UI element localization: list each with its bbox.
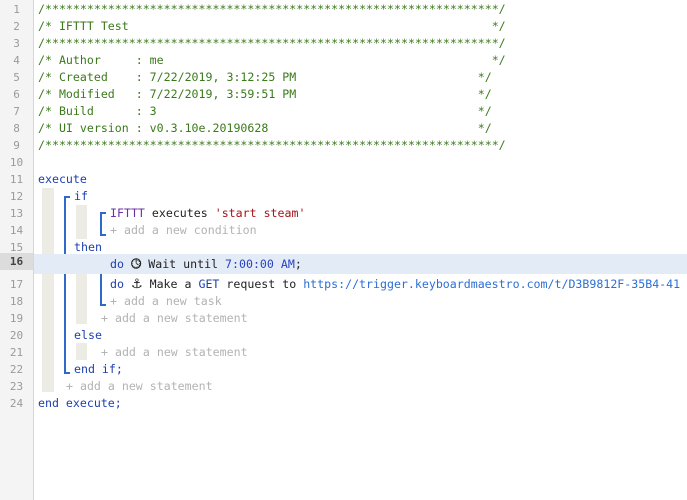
line-number: 24 xyxy=(9,397,24,410)
code-line-modified: /* Modified : 7/22/2019, 3:59:51 PM */ xyxy=(34,86,687,103)
line-number: 11 xyxy=(9,173,24,186)
task-wait-text[interactable]: Wait until xyxy=(148,257,218,271)
line-number: 4 xyxy=(13,54,20,67)
code-line-header-border: /***************************************… xyxy=(34,35,687,52)
line-number: 21 xyxy=(9,346,24,359)
add-condition-link[interactable]: + add a new condition xyxy=(110,223,257,237)
code-line-task-get[interactable]: do ⚓︎ Make a GET request to https://trig… xyxy=(34,276,687,293)
condition-device[interactable]: IFTTT xyxy=(110,206,145,220)
line-number: 2 xyxy=(13,20,20,33)
else-keyword[interactable]: else xyxy=(74,328,102,342)
line-number: 7 xyxy=(13,105,20,118)
anchor-icon: ⚓︎ xyxy=(130,277,143,292)
line-number: 19 xyxy=(9,312,24,325)
code-line-add-statement-else[interactable]: + add a new statement xyxy=(34,344,687,361)
comment-text: /* UI version : v0.3.10e.20190628 */ xyxy=(38,121,492,135)
clock-icon: 🕓︎ xyxy=(130,257,142,272)
code-line-add-statement-then[interactable]: + add a new statement xyxy=(34,310,687,327)
line-number: 10 xyxy=(9,156,24,169)
comment-text: /* Created : 7/22/2019, 3:12:25 PM */ xyxy=(38,70,492,84)
code-line-end-if[interactable]: end if; xyxy=(34,361,687,378)
line-number: 3 xyxy=(13,37,20,50)
line-number: 6 xyxy=(13,88,20,101)
condition-value[interactable]: 'start steam' xyxy=(215,206,306,220)
code-line-end-execute[interactable]: end execute; xyxy=(34,395,687,412)
line-number: 20 xyxy=(9,329,24,342)
line-number: 14 xyxy=(9,224,24,237)
add-statement-link[interactable]: + add a new statement xyxy=(101,345,248,359)
line-number: 18 xyxy=(9,295,24,308)
line-number: 1 xyxy=(13,3,20,16)
execute-keyword[interactable]: execute xyxy=(38,172,87,186)
task-get-url[interactable]: https://trigger.keyboardmaestro.com/t/D3… xyxy=(303,277,680,291)
comment-text: /***************************************… xyxy=(38,138,506,152)
code-line-add-statement-execute[interactable]: + add a new statement xyxy=(34,378,687,395)
comment-text: /* IFTTT Test */ xyxy=(38,19,506,33)
line-number: 17 xyxy=(9,278,24,291)
line-number: 12 xyxy=(9,190,24,203)
add-task-link[interactable]: + add a new task xyxy=(110,294,222,308)
end-if-keyword[interactable]: end if; xyxy=(74,362,123,376)
line-number: 13 xyxy=(9,207,24,220)
do-keyword[interactable]: do xyxy=(110,277,124,291)
code-line-header-border: /***************************************… xyxy=(34,1,687,18)
task-get-method[interactable]: GET xyxy=(198,277,219,291)
code-line-created: /* Created : 7/22/2019, 3:12:25 PM */ xyxy=(34,69,687,86)
code-line-add-task[interactable]: + add a new task xyxy=(34,293,687,310)
then-keyword[interactable]: then xyxy=(74,240,102,254)
do-keyword[interactable]: do xyxy=(110,257,124,271)
task-get-text-a[interactable]: Make a xyxy=(150,277,192,291)
line-number: 9 xyxy=(13,139,20,152)
line-number-active: 16 xyxy=(0,253,33,270)
code-line-task-wait[interactable]: do 🕓︎ Wait until 7:00:00 AM; xyxy=(34,254,687,274)
code-line-add-condition[interactable]: + add a new condition xyxy=(34,222,687,239)
task-wait-time[interactable]: 7:00:00 AM xyxy=(225,257,295,271)
code-line-execute[interactable]: execute xyxy=(34,171,687,188)
if-keyword[interactable]: if xyxy=(74,189,88,203)
code-line-ui-version: /* UI version : v0.3.10e.20190628 */ xyxy=(34,120,687,137)
comment-text: /* Modified : 7/22/2019, 3:59:51 PM */ xyxy=(38,87,492,101)
add-statement-link[interactable]: + add a new statement xyxy=(101,311,248,325)
line-number: 23 xyxy=(9,380,24,393)
line-number-gutter: 1 2 3 4 5 6 7 8 9 10 11 12 13 14 15 16 1… xyxy=(0,0,34,500)
line-number: 8 xyxy=(13,122,20,135)
end-execute-keyword[interactable]: end execute; xyxy=(38,396,122,410)
code-line-title: /* IFTTT Test */ xyxy=(34,18,687,35)
task-wait-terminator: ; xyxy=(294,257,302,271)
code-line-condition[interactable]: IFTTT executes 'start steam' xyxy=(34,205,687,222)
comment-text: /* Author : me */ xyxy=(38,53,506,67)
comment-text: /* Build : 3 */ xyxy=(38,104,492,118)
line-number: 22 xyxy=(9,363,24,376)
comment-text: /***************************************… xyxy=(38,2,506,16)
condition-verb[interactable]: executes xyxy=(152,206,208,220)
comment-text: /***************************************… xyxy=(38,36,506,50)
line-number: 5 xyxy=(13,71,20,84)
code-line-if[interactable]: if xyxy=(34,188,687,205)
code-editor[interactable]: /***************************************… xyxy=(34,0,687,500)
code-line-header-border: /***************************************… xyxy=(34,137,687,154)
code-line-author: /* Author : me */ xyxy=(34,52,687,69)
code-line-build: /* Build : 3 */ xyxy=(34,103,687,120)
add-statement-link[interactable]: + add a new statement xyxy=(66,379,213,393)
task-get-text-b[interactable]: request to xyxy=(226,277,296,291)
code-line-else[interactable]: else xyxy=(34,327,687,344)
